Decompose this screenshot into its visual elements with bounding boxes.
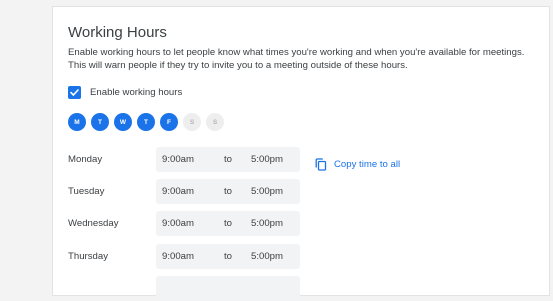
time-range-field[interactable]: 9:00am to 5:00pm: [156, 147, 300, 172]
day-selector: M T W T F S S: [68, 113, 229, 131]
schedule-row-monday: Monday 9:00am to 5:00pm: [68, 147, 300, 172]
day-toggle-thursday[interactable]: T: [137, 113, 155, 131]
schedule-row-partial: [68, 276, 300, 301]
day-toggle-saturday[interactable]: S: [183, 113, 201, 131]
time-range-field[interactable]: 9:00am to 5:00pm: [156, 179, 300, 204]
copy-time-to-all-button[interactable]: Copy time to all: [315, 158, 400, 171]
end-time[interactable]: 5:00pm: [251, 154, 283, 165]
schedule-day-label: Tuesday: [68, 186, 105, 197]
schedule-day-label: Monday: [68, 154, 103, 165]
enable-working-hours-row[interactable]: Enable working hours: [68, 85, 182, 100]
day-toggle-monday[interactable]: M: [68, 113, 86, 131]
checkmark-icon: [70, 89, 79, 96]
start-time[interactable]: 9:00am: [162, 251, 194, 262]
schedule-row-tuesday: Tuesday 9:00am to 5:00pm: [68, 179, 300, 204]
time-separator: to: [224, 251, 233, 262]
time-separator: to: [224, 186, 233, 197]
schedule-row-thursday: Thursday 9:00am to 5:00pm: [68, 244, 300, 269]
time-range-field[interactable]: [156, 276, 300, 301]
enable-working-hours-checkbox[interactable]: [68, 86, 81, 99]
time-separator: to: [224, 154, 233, 165]
copy-time-to-all-label: Copy time to all: [334, 159, 401, 170]
day-toggle-wednesday[interactable]: W: [114, 113, 132, 131]
start-time[interactable]: 9:00am: [162, 218, 194, 229]
end-time[interactable]: 5:00pm: [251, 186, 283, 197]
day-toggle-sunday[interactable]: S: [206, 113, 224, 131]
end-time[interactable]: 5:00pm: [251, 251, 283, 262]
schedule-row-wednesday: Wednesday 9:00am to 5:00pm: [68, 211, 300, 236]
working-hours-card: Working Hours Enable working hours to le…: [52, 6, 550, 301]
day-toggle-friday[interactable]: F: [160, 113, 178, 131]
enable-working-hours-label: Enable working hours: [90, 87, 183, 98]
copy-icon: [315, 158, 327, 171]
schedule-day-label: Wednesday: [68, 218, 119, 229]
time-range-field[interactable]: 9:00am to 5:00pm: [156, 244, 300, 269]
section-description: Enable working hours to let people know …: [68, 47, 525, 71]
start-time[interactable]: 9:00am: [162, 154, 194, 165]
end-time[interactable]: 5:00pm: [251, 218, 283, 229]
start-time[interactable]: 9:00am: [162, 186, 194, 197]
schedule-day-label: Thursday: [68, 251, 108, 262]
section-title: Working Hours: [68, 24, 167, 41]
day-toggle-tuesday[interactable]: T: [91, 113, 109, 131]
time-range-field[interactable]: 9:00am to 5:00pm: [156, 211, 300, 236]
time-separator: to: [224, 218, 233, 229]
